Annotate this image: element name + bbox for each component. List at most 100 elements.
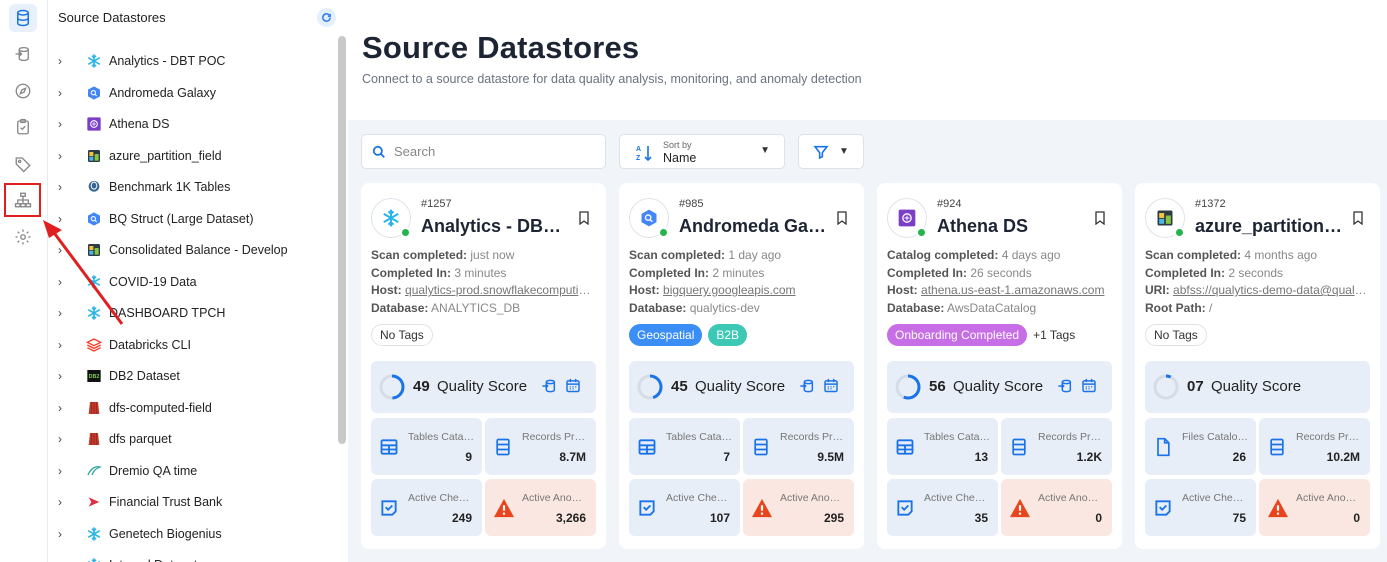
- chevron-right-icon[interactable]: ›: [58, 558, 72, 562]
- tag-chip[interactable]: No Tags: [1145, 324, 1207, 346]
- stat-cataloged[interactable]: Tables Cataloged 9: [371, 418, 482, 475]
- stat-active-checks[interactable]: Active Checks 35: [887, 479, 998, 536]
- line4-label: Database:: [371, 301, 429, 315]
- sort-dropdown[interactable]: AZ Sort by Name ▼: [619, 134, 785, 169]
- search-box[interactable]: [361, 134, 606, 169]
- chevron-right-icon[interactable]: ›: [58, 495, 72, 509]
- line4-label: Root Path:: [1145, 301, 1206, 315]
- chevron-right-icon[interactable]: ›: [58, 149, 72, 163]
- host-link[interactable]: Host: qualytics-prod.snowflakecomputing.…: [371, 283, 596, 297]
- datastores-nav-button[interactable]: [9, 4, 37, 32]
- chevron-right-icon[interactable]: ›: [58, 369, 72, 383]
- bookmark-icon[interactable]: [1352, 211, 1364, 230]
- stat-records-profiled[interactable]: Records Profiled 8.7M: [485, 418, 596, 475]
- stat-cataloged[interactable]: Tables Cataloged 7: [629, 418, 740, 475]
- database-arrow-icon[interactable]: [1057, 378, 1073, 399]
- tree-item[interactable]: › Analytics - DBT POC: [58, 51, 225, 71]
- line1-value: 1 day ago: [728, 248, 782, 262]
- stat-active-anomalies[interactable]: Active Anomalies 0: [1259, 479, 1370, 536]
- chevron-right-icon[interactable]: ›: [58, 527, 72, 541]
- stat-records-profiled[interactable]: Records Profiled 10.2M: [1259, 418, 1370, 475]
- tag-icon: [15, 157, 31, 173]
- chevron-right-icon[interactable]: ›: [58, 464, 72, 478]
- enrichment-nav-button[interactable]: [9, 40, 37, 68]
- chevron-right-icon[interactable]: ›: [58, 86, 72, 100]
- calendar-icon[interactable]: [823, 377, 839, 399]
- chevron-right-icon[interactable]: ›: [58, 117, 72, 131]
- tree-item[interactable]: › Dremio QA time: [58, 461, 197, 481]
- datastore-card[interactable]: #985 Andromeda Galaxy Scan completed: 1 da…: [619, 183, 864, 549]
- quality-score-ring: [637, 374, 663, 405]
- bookmark-icon[interactable]: [836, 211, 848, 230]
- line1-label: Scan completed:: [371, 248, 468, 262]
- host-link[interactable]: Host: bigquery.googleapis.com: [629, 283, 854, 297]
- chevron-right-icon[interactable]: ›: [58, 54, 72, 68]
- s3-icon: [86, 431, 102, 447]
- stat-active-anomalies[interactable]: Active Anomalies 295: [743, 479, 854, 536]
- more-tags-link[interactable]: +1 Tags: [1033, 328, 1075, 342]
- tree-item[interactable]: › DB2 DB2 Dataset: [58, 366, 180, 386]
- explore-nav-button[interactable]: [9, 77, 37, 105]
- chevron-right-icon[interactable]: ›: [58, 432, 72, 446]
- stat-active-anomalies[interactable]: Active Anomalies 0: [1001, 479, 1112, 536]
- snowflake-icon: [86, 53, 102, 69]
- database-arrow-icon[interactable]: [541, 378, 557, 399]
- filter-icon: [813, 145, 829, 159]
- tag-chip[interactable]: No Tags: [371, 324, 433, 346]
- stat-cataloged[interactable]: Files Cataloged 26: [1145, 418, 1256, 475]
- stat-active-anomalies[interactable]: Active Anomalies 3,266: [485, 479, 596, 536]
- tree-item[interactable]: › dfs-computed-field: [58, 398, 212, 418]
- page-subtitle: Connect to a source datastore for data q…: [362, 72, 862, 86]
- settings-nav-button[interactable]: [9, 223, 37, 251]
- line1-label: Catalog completed:: [887, 248, 999, 262]
- chevron-right-icon[interactable]: ›: [58, 401, 72, 415]
- tree-item[interactable]: › Financial Trust Bank: [58, 492, 222, 512]
- tree-item[interactable]: › Athena DS: [58, 114, 169, 134]
- chevron-right-icon[interactable]: ›: [58, 180, 72, 194]
- search-input[interactable]: [394, 144, 594, 159]
- tree-item[interactable]: › Internal Dataset: [58, 555, 197, 562]
- stat2-value: 8.7M: [559, 450, 586, 464]
- tree-scrollbar[interactable]: [338, 36, 346, 444]
- stat-records-profiled[interactable]: Records Profiled 9.5M: [743, 418, 854, 475]
- line3-label: Host:: [629, 283, 660, 297]
- tag-list: Onboarding Completed +1 Tags: [887, 324, 1075, 346]
- calendar-icon[interactable]: [1081, 377, 1097, 399]
- bookmark-icon[interactable]: [1094, 211, 1106, 230]
- tree-item[interactable]: › Genetech Biogenius: [58, 524, 222, 544]
- host-link[interactable]: Host: athena.us-east-1.amazonaws.com: [887, 283, 1112, 297]
- stat-active-checks[interactable]: Active Checks 107: [629, 479, 740, 536]
- checks-nav-button[interactable]: [9, 113, 37, 141]
- stat-cataloged[interactable]: Tables Cataloged 13: [887, 418, 998, 475]
- datastore-name[interactable]: Athena DS: [937, 216, 1087, 237]
- bookmark-icon[interactable]: [578, 211, 590, 230]
- calendar-icon[interactable]: [565, 377, 581, 399]
- datastore-name[interactable]: Analytics - DBT POC: [421, 216, 571, 237]
- tree-item[interactable]: › dfs parquet: [58, 429, 172, 449]
- refresh-button[interactable]: [317, 8, 336, 27]
- chevron-right-icon[interactable]: ›: [58, 338, 72, 352]
- tree-item-label: Athena DS: [109, 117, 170, 131]
- tree-item[interactable]: › Benchmark 1K Tables: [58, 177, 230, 197]
- records-icon: [1009, 437, 1029, 462]
- tag-chip[interactable]: Onboarding Completed: [887, 324, 1028, 346]
- tag-chip[interactable]: Geospatial: [629, 324, 703, 346]
- tag-chip[interactable]: B2B: [708, 324, 748, 346]
- stat-active-checks[interactable]: Active Checks 249: [371, 479, 482, 536]
- filter-button[interactable]: ▼: [798, 134, 864, 169]
- stat-active-checks[interactable]: Active Checks 75: [1145, 479, 1256, 536]
- tree-item-label: BQ Struct (Large Dataset): [109, 211, 254, 226]
- datastore-name[interactable]: azure_partition_field: [1195, 216, 1345, 237]
- tree-item[interactable]: › Databricks CLI: [58, 335, 191, 355]
- datastore-name[interactable]: Andromeda Galaxy: [679, 216, 829, 237]
- datastore-card[interactable]: #924 Athena DS Catalog completed: 4 days a…: [877, 183, 1122, 549]
- database-arrow-icon[interactable]: [799, 378, 815, 399]
- host-link[interactable]: URI: abfss://qualytics-demo-data@qualyti…: [1145, 283, 1370, 297]
- datastore-card[interactable]: #1257 Analytics - DBT POC Scan completed: …: [361, 183, 606, 549]
- tree-item[interactable]: › Andromeda Galaxy: [58, 83, 216, 103]
- stat-records-profiled[interactable]: Records Profiled 1.2K: [1001, 418, 1112, 475]
- datastore-card[interactable]: #1372 azure_partition_field Scan completed…: [1135, 183, 1380, 549]
- stat1-label: Tables Cataloged: [924, 431, 990, 443]
- tags-nav-button[interactable]: [9, 150, 37, 178]
- tree-item[interactable]: › azure_partition_field: [58, 146, 222, 166]
